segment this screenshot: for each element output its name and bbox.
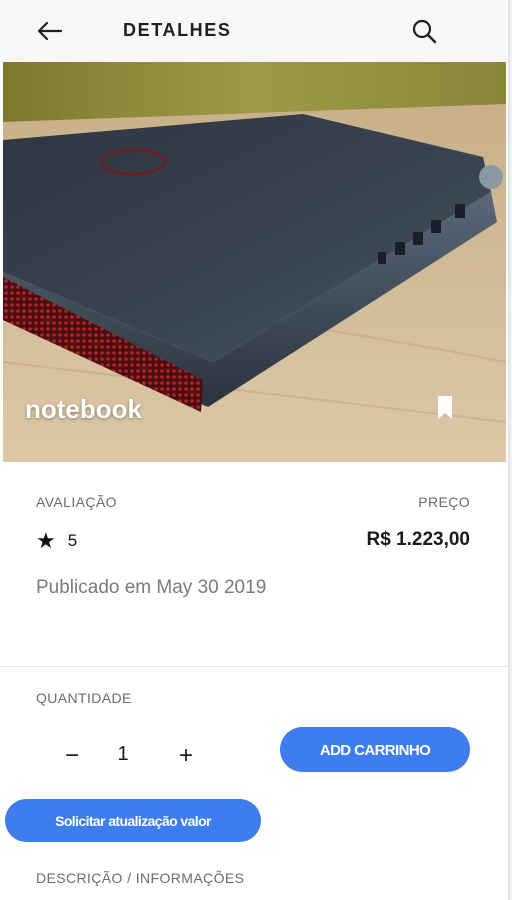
decrease-quantity-button[interactable]: −: [58, 740, 86, 772]
quantity-label: QUANTIDADE: [36, 690, 132, 706]
app-header: DETALHES: [0, 0, 508, 62]
app-screen: DETALHES notebook AVALIAÇÃO ★ 5 PREÇO R$…: [0, 0, 510, 900]
rating-value: 5: [67, 531, 78, 550]
bookmark-icon: [438, 396, 452, 419]
search-icon: [412, 19, 437, 44]
product-image: notebook: [3, 62, 506, 462]
description-label: DESCRIÇÃO / INFORMAÇÕES: [36, 870, 245, 886]
product-name: notebook: [25, 394, 142, 424]
page-title: DETALHES: [123, 20, 232, 40]
increase-quantity-button[interactable]: +: [172, 740, 200, 772]
quantity-stepper: − 1 +: [58, 740, 208, 774]
rating-label: AVALIAÇÃO: [36, 494, 117, 510]
rating: ★ 5: [36, 530, 77, 552]
request-price-update-button[interactable]: Solicitar atualização valor: [5, 799, 261, 842]
add-to-cart-button[interactable]: ADD CARRINHO: [280, 727, 470, 772]
price-label: PREÇO: [418, 494, 470, 510]
back-button[interactable]: [34, 16, 66, 46]
section-divider: [0, 666, 508, 667]
published-date: Publicado em May 30 2019: [36, 577, 267, 598]
price-value: R$ 1.223,00: [366, 529, 470, 550]
quantity-value: 1: [117, 743, 129, 765]
bookmark-button[interactable]: [435, 394, 455, 422]
arrow-left-icon: [37, 21, 63, 41]
star-icon: ★: [36, 528, 56, 553]
search-button[interactable]: [408, 16, 440, 46]
